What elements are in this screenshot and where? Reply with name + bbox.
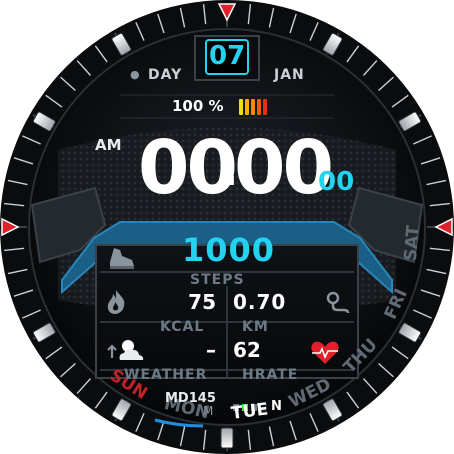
weather-label: WEATHER (124, 367, 208, 383)
battery-bar (263, 99, 267, 115)
bezel-hour-block (220, 427, 234, 449)
steps-value: 1000 (182, 231, 276, 269)
weekday-sat: SAT (401, 224, 424, 262)
battery-percent: 100 % (172, 97, 224, 115)
status-letter: N (271, 399, 282, 414)
weather-value: – (206, 338, 216, 362)
am-pm-label: AM (95, 136, 122, 154)
battery-bar (251, 99, 255, 115)
distance-label: KM (242, 319, 269, 335)
time-minutes: 00 (234, 125, 334, 211)
calories-value: 75 (188, 290, 216, 314)
battery-bar (245, 99, 249, 115)
heart-rate-value: 62 (233, 338, 261, 362)
alarm-icon: ● (130, 68, 140, 81)
steps-label: STEPS (190, 272, 245, 288)
distance-value: 0.70 (233, 290, 287, 314)
date-month: JAN (274, 67, 305, 83)
calories-label: KCAL (160, 319, 205, 335)
battery-bar (257, 99, 261, 115)
date-day-label: DAY (148, 67, 183, 83)
heart-rate-label: HRATE (242, 367, 299, 383)
date-day-number: 07 (209, 41, 246, 71)
brand-logo: M (203, 404, 214, 418)
battery-bar (239, 99, 243, 115)
time-seconds: 00 (318, 167, 355, 197)
